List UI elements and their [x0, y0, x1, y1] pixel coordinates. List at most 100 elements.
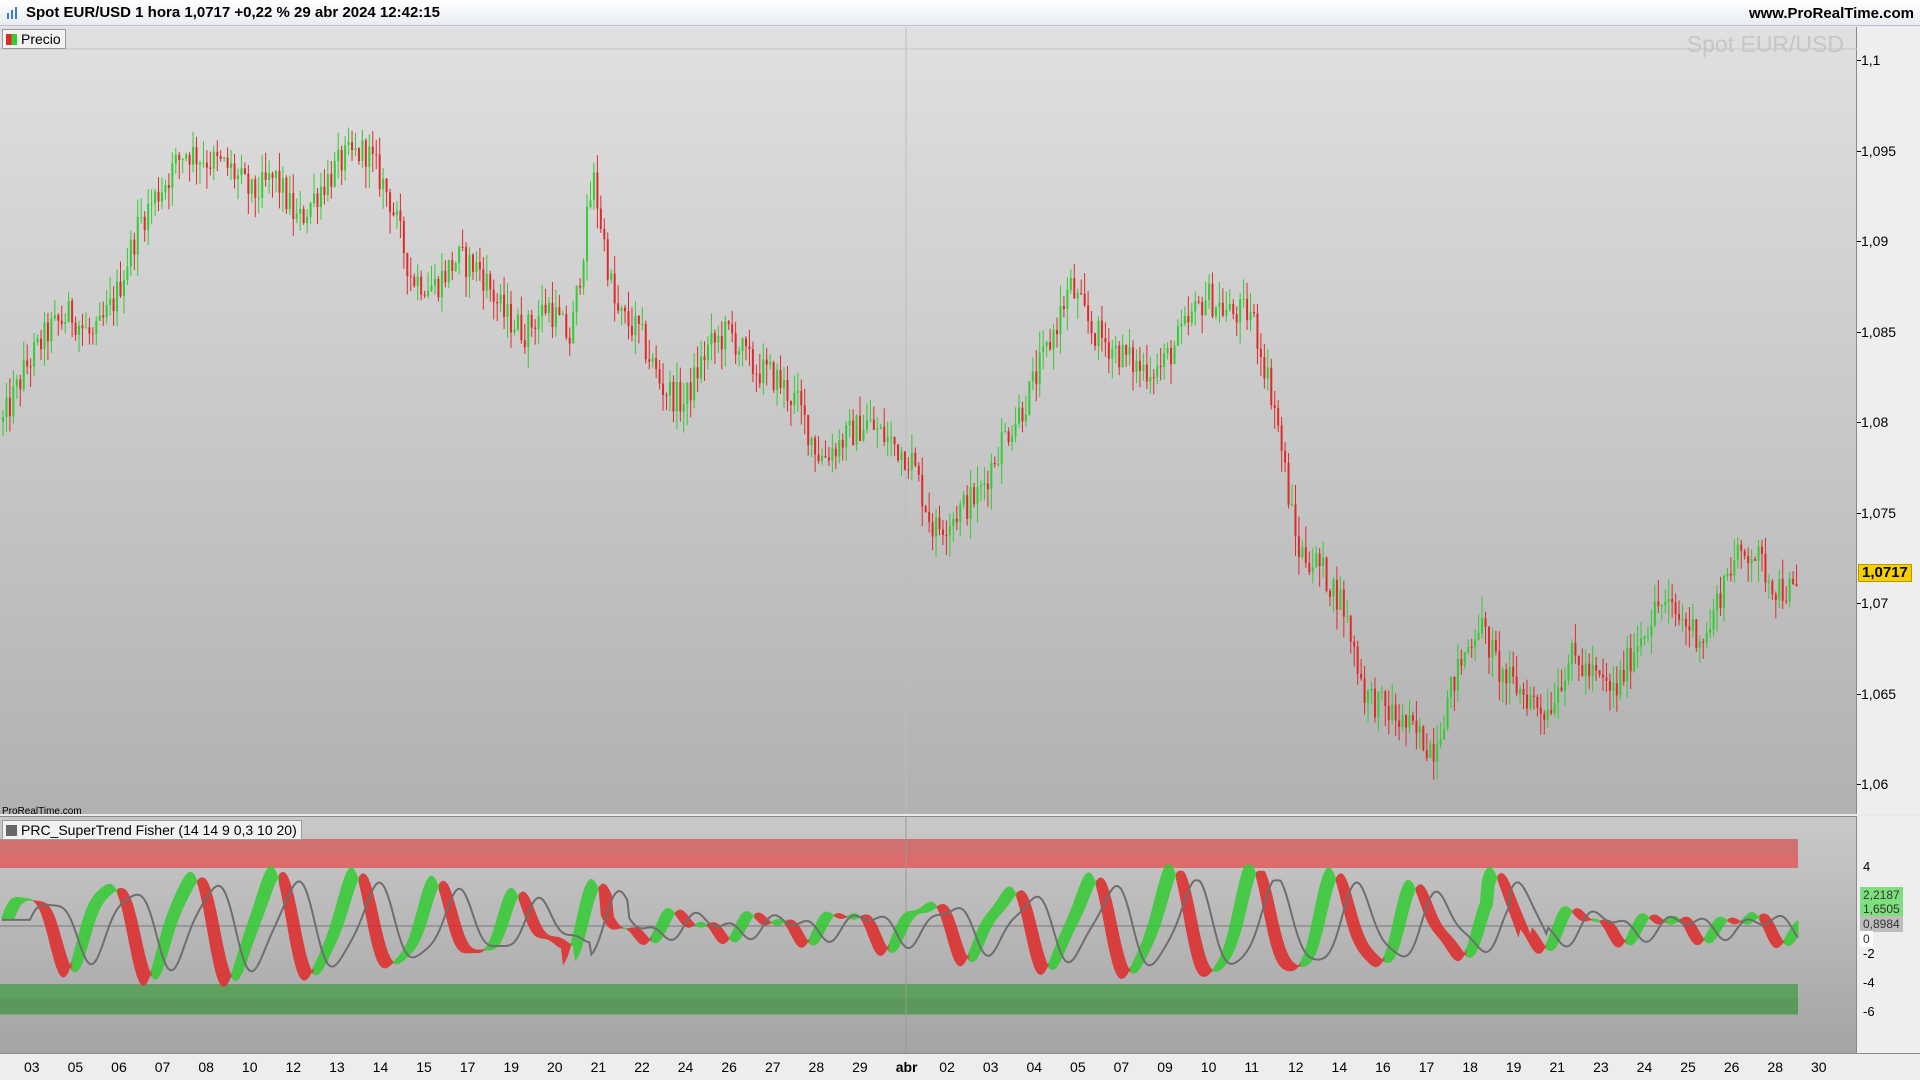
time-axis-label: 10 — [1200, 1059, 1217, 1075]
candle-body — [368, 146, 371, 167]
candle-body — [1121, 344, 1124, 368]
candle-body — [534, 327, 537, 330]
candle-body — [834, 448, 837, 457]
price-legend[interactable]: Precio — [2, 29, 66, 49]
candle-body — [693, 367, 696, 401]
indicator-axis[interactable]: 420-2-4-62,21871,65050,89840 — [1857, 816, 1920, 1053]
candle-body — [489, 273, 492, 290]
candle-body — [1394, 704, 1397, 721]
candle-body — [599, 208, 602, 229]
candle-body — [1156, 365, 1159, 378]
candle-body — [160, 192, 163, 202]
candle-body — [288, 193, 291, 210]
candle-body — [897, 444, 900, 461]
candle-body — [665, 395, 668, 397]
candle-body — [15, 379, 18, 387]
candle-body — [1477, 633, 1480, 640]
candle-body — [672, 381, 675, 412]
candle-body — [606, 239, 609, 280]
indicator-value-tag: 0,8984 — [1860, 916, 1903, 932]
candle-body — [1021, 407, 1024, 422]
candle-body — [1208, 283, 1211, 301]
candle-body — [1519, 688, 1522, 694]
candle-body — [948, 525, 951, 536]
candle-body — [1221, 302, 1224, 316]
candle-body — [1194, 301, 1197, 312]
candle-body — [340, 149, 343, 171]
candle-body — [8, 397, 11, 417]
candle-body — [668, 381, 671, 396]
candle-body — [1456, 658, 1459, 691]
candle-body — [734, 333, 737, 355]
candle-body — [64, 321, 67, 325]
indicator-panel[interactable]: PRC_SuperTrend Fisher (14 14 9 0,3 10 20… — [0, 816, 1857, 1054]
candle-body — [1722, 576, 1725, 609]
candle-body — [1204, 300, 1207, 316]
candle-body — [150, 203, 153, 205]
candle-body — [1159, 365, 1162, 368]
candle-body — [1532, 695, 1535, 697]
candle-body — [361, 140, 364, 162]
candle-body — [1674, 602, 1677, 615]
candle-body — [544, 304, 547, 314]
candle-body — [1702, 641, 1705, 643]
candle-body — [1311, 567, 1314, 573]
candle-body — [1505, 669, 1508, 684]
candle-body — [990, 462, 993, 490]
candle-body — [1284, 450, 1287, 463]
candle-body — [1570, 642, 1573, 664]
candle-body — [1653, 601, 1656, 626]
candle-body — [1083, 293, 1086, 306]
candle-body — [1125, 344, 1128, 355]
candle-body — [364, 140, 367, 167]
indicator-value-tag: 1,6505 — [1860, 901, 1903, 917]
fisher-fill-segment — [1130, 864, 1178, 974]
candle-body — [209, 167, 212, 169]
candle-body — [1149, 377, 1152, 382]
candle-body — [1000, 432, 1003, 464]
candle-body — [1564, 680, 1567, 691]
candle-body — [1747, 555, 1750, 564]
candle-body — [1325, 557, 1328, 592]
candle-body — [921, 474, 924, 507]
time-axis[interactable]: 03 05 06 07 08 10 12 13 14 15 17 19 20 21 22 24 26 27 28 29… — [0, 1053, 1920, 1080]
candle-body — [717, 335, 720, 343]
time-axis-label: 22 — [634, 1059, 650, 1075]
candle-body — [285, 177, 288, 210]
candle-body — [1273, 405, 1276, 408]
candle-body — [955, 518, 958, 522]
fisher-fill-segment — [1591, 918, 1601, 924]
candle-body — [624, 307, 627, 312]
indicator-legend[interactable]: PRC_SuperTrend Fisher (14 14 9 0,3 10 20… — [2, 820, 302, 840]
candle-body — [845, 425, 848, 448]
candle-body — [772, 362, 775, 390]
indicator-canvas[interactable] — [0, 817, 1857, 1054]
candle-body — [1059, 306, 1062, 335]
candle-body — [1315, 553, 1318, 568]
candle-body — [219, 156, 222, 159]
candle-body — [12, 386, 15, 417]
price-axis[interactable]: 1,1 1,095 1,09 1,085 1,08 1,075 1,07 1,065 1,06 1… — [1857, 27, 1920, 814]
candle-body — [1056, 329, 1059, 335]
candle-body — [910, 452, 913, 470]
candle-body — [430, 285, 433, 291]
price-chart-canvas[interactable] — [0, 27, 1857, 814]
candle-body — [1567, 663, 1570, 681]
time-axis-label: 28 — [1767, 1059, 1783, 1075]
fisher-fill-segment — [1300, 867, 1338, 967]
candle-body — [1170, 347, 1173, 365]
candle-body — [1705, 632, 1708, 643]
candle-body — [354, 148, 357, 151]
fisher-fill-segment — [359, 873, 395, 969]
price-chart-panel[interactable]: Precio Spot EUR/USD ProRealTime.com i — [0, 27, 1857, 837]
candle-body — [1031, 371, 1034, 382]
candle-body — [461, 246, 464, 248]
candle-body — [1114, 345, 1117, 349]
candle-body — [1163, 353, 1166, 368]
candle-body — [810, 437, 813, 446]
candle-body — [247, 173, 250, 194]
candle-body — [392, 212, 395, 216]
candle-body — [1595, 664, 1598, 671]
site-url[interactable]: www.ProRealTime.com — [1749, 5, 1914, 22]
fisher-fill-segment — [1, 896, 35, 920]
